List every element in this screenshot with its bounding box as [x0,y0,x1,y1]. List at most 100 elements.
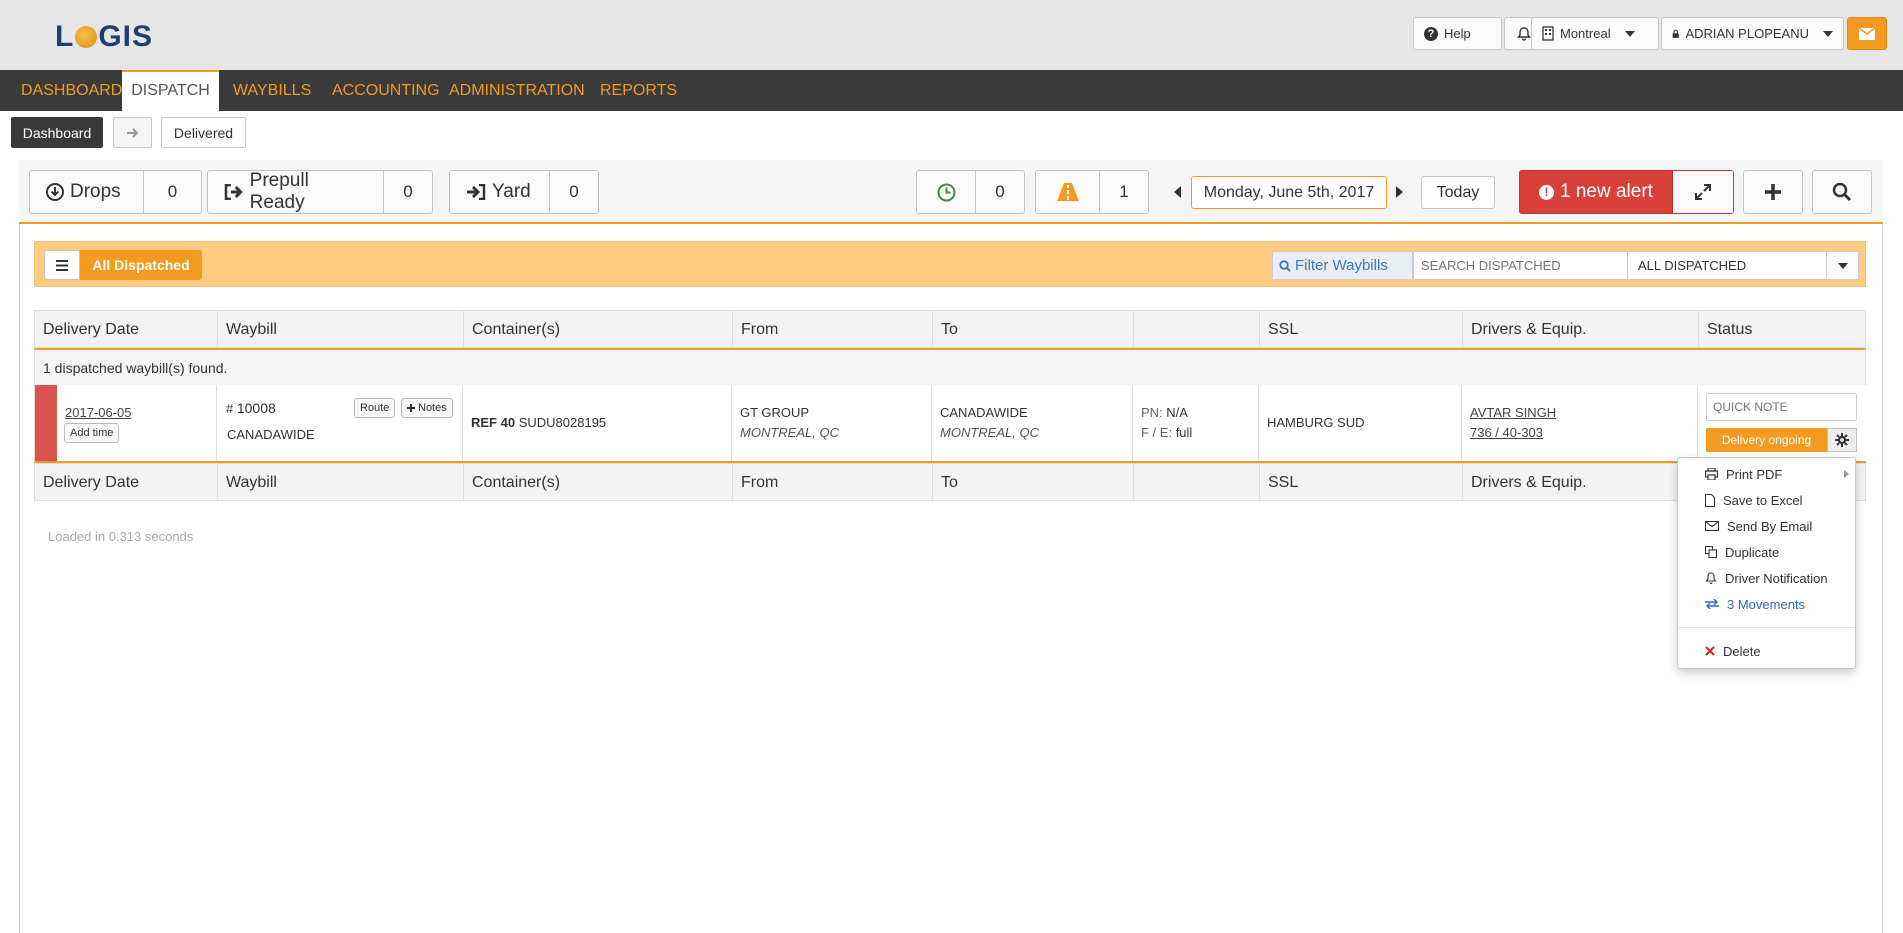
prepull-label-wrap: Prepull Ready [208,170,384,213]
date-picker[interactable]: Monday, June 5th, 2017 [1191,176,1387,209]
list-menu-button[interactable] [44,250,80,280]
logis-logo[interactable]: L GIS [55,20,153,54]
load-time: Loaded in 0.313 seconds [48,529,194,544]
gear-icon [1835,433,1849,447]
col-ssl[interactable]: SSL [1260,311,1463,348]
delete-label: Delete [1723,643,1761,659]
col-delivery-date[interactable]: Delivery Date [35,311,218,348]
help-button[interactable]: ? Help [1413,17,1502,50]
search-button[interactable] [1812,170,1872,214]
menu-driver-notification[interactable]: Driver Notification [1678,565,1857,591]
envelope-icon [1859,27,1875,40]
menu-send-email[interactable]: Send By Email [1678,513,1857,539]
nav-dashboard[interactable]: DASHBOARD [21,70,122,111]
prepull-ready-button[interactable]: Prepull Ready 0 [207,170,433,214]
footer-col-ssl: SSL [1260,464,1463,501]
quick-note-input[interactable] [1706,393,1857,421]
menu-save-excel[interactable]: Save to Excel [1678,487,1857,513]
col-waybill[interactable]: Waybill [218,311,464,348]
dispatch-filter-toggle[interactable] [1826,251,1859,280]
bell-icon [1705,571,1717,584]
row-actions-button[interactable] [1827,428,1857,452]
footer-col-to: To [933,464,1134,501]
menu-delete[interactable]: Delete [1678,638,1857,664]
col-status[interactable]: Status [1699,311,1865,348]
footer-col-waybill: Waybill [218,464,464,501]
pending-count: 0 [995,182,1005,201]
yard-button[interactable]: Yard 0 [449,170,599,214]
download-circle-icon [46,183,64,201]
route-button[interactable]: Route [354,398,396,418]
all-dispatched-button[interactable]: All Dispatched [80,250,202,280]
nav-dispatch[interactable]: DISPATCH [122,70,219,111]
today-button[interactable]: Today [1421,176,1495,209]
equipment-link[interactable]: 736 / 40-303 [1470,425,1543,440]
status-color-bar [35,385,57,461]
arrow-right-icon [126,127,138,138]
notes-label: Notes [418,402,447,414]
notes-button[interactable]: Notes [401,398,453,418]
cell-status: Delivery ongoing [1698,385,1866,461]
nav-accounting[interactable]: ACCOUNTING [332,70,440,111]
delivery-date-link[interactable]: 2017-06-05 [65,405,132,420]
expand-icon [1695,184,1711,200]
movements-label: 3 Movements [1727,596,1806,612]
cell-delivery-date: 2017-06-05 Add time [57,385,217,461]
cell-to: CANADAWIDE MONTREAL, QC [932,385,1133,461]
col-containers[interactable]: Container(s) [464,311,733,348]
breadcrumb-dashboard[interactable]: Dashboard [11,117,103,148]
filter-bar: All Dispatched Filter Waybills ALL DISPA… [34,241,1866,287]
menu-duplicate[interactable]: Duplicate [1678,539,1857,565]
nav-waybills[interactable]: WAYBILLS [233,70,311,111]
print-icon [1705,468,1718,480]
globe-icon [75,26,98,48]
drops-label: Drops [70,181,121,202]
pn-line: PN: N/A [1141,405,1188,420]
pn-value: N/A [1166,405,1188,420]
road-button[interactable]: 1 [1035,170,1149,214]
menu-movements[interactable]: 3 Movements [1678,591,1857,617]
add-time-button[interactable]: Add time [64,423,120,443]
col-extra [1134,311,1260,348]
breadcrumb-delivered[interactable]: Delivered [161,117,246,148]
clock-icon [937,183,955,201]
breadcrumb-arrow [113,117,152,148]
alert-label: 1 new alert [1560,181,1653,202]
table-row[interactable]: 2017-06-05 Add time # 10008 CANADAWIDE R… [34,385,1866,463]
status-badge[interactable]: Delivery ongoing [1706,428,1827,452]
location-dropdown[interactable]: Montreal [1531,17,1659,50]
sign-in-icon [467,184,486,200]
search-icon [1279,259,1291,272]
nav-administration[interactable]: ADMINISTRATION [449,70,585,111]
bell-icon [1517,26,1531,41]
col-drivers-equip[interactable]: Drivers & Equip. [1463,311,1699,348]
mail-button[interactable] [1847,17,1887,50]
new-alert-button[interactable]: ! 1 new alert [1519,170,1734,214]
table-footer: Delivery Date Waybill Container(s) From … [34,463,1866,501]
search-dispatched-input[interactable] [1413,251,1628,280]
driver-link[interactable]: AVTAR SINGH [1470,405,1556,420]
location-label: Montreal [1560,26,1611,41]
send-email-label: Send By Email [1727,518,1813,534]
prev-day-icon[interactable] [1174,186,1181,198]
nav-reports[interactable]: REPORTS [600,70,677,111]
col-from[interactable]: From [733,311,933,348]
menu-print-pdf[interactable]: Print PDF [1678,461,1857,487]
file-icon [1705,493,1715,507]
cell-from: GT GROUP MONTREAL, QC [732,385,932,461]
drops-button[interactable]: Drops 0 [29,170,202,214]
waybill-no: 10008 [236,400,276,416]
pending-button[interactable]: 0 [916,170,1025,214]
waybill-number[interactable]: # 10008 [226,400,276,416]
col-to[interactable]: To [933,311,1134,348]
next-day-icon[interactable] [1396,186,1403,198]
hash-symbol: # [226,401,234,416]
to-city: MONTREAL, QC [940,425,1039,440]
add-button[interactable] [1743,170,1803,214]
filter-waybills-label: Filter Waybills [1272,251,1413,280]
user-menu[interactable]: ADRIAN PLOPEANU [1661,17,1844,50]
drops-label-wrap: Drops [30,171,144,213]
cell-drivers: AVTAR SINGH 736 / 40-303 [1462,385,1698,461]
dispatch-filter-select[interactable]: ALL DISPATCHED [1627,251,1827,280]
expand-button[interactable] [1673,171,1733,213]
